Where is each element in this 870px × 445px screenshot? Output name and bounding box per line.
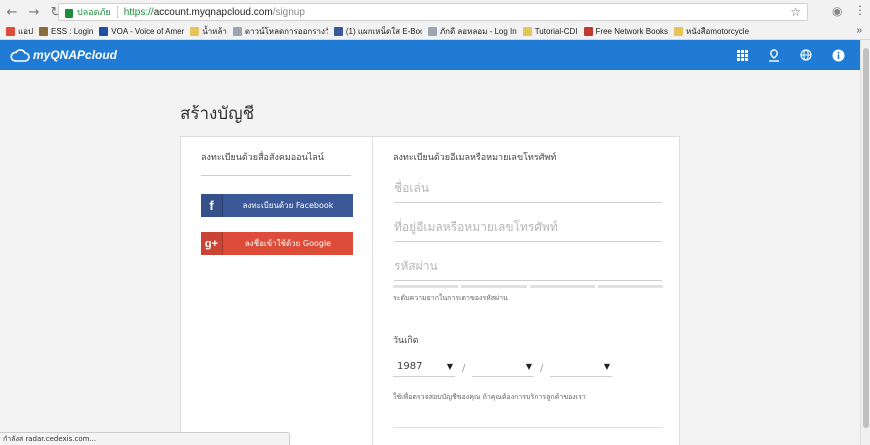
bookmark-item[interactable]: VOA - Voice of Amer — [99, 27, 184, 36]
bookmark-star-icon[interactable]: ☆ — [790, 5, 801, 19]
folder-icon — [190, 27, 200, 36]
social-divider — [201, 175, 351, 176]
url-divider — [116, 6, 118, 18]
bookmark-item[interactable]: ESS : Login — [39, 27, 93, 36]
password-input[interactable] — [394, 251, 662, 280]
location-pin-icon[interactable] — [758, 40, 790, 70]
strength-segment — [597, 285, 663, 288]
bookmark-item[interactable]: Free Network Books — [583, 27, 669, 36]
bookmarks-bar: แอป ESS : Login VOA - Voice of Amer น้ำห… — [0, 24, 870, 40]
strength-segment — [461, 285, 527, 288]
page-title: สร้างบัญชี — [180, 104, 255, 124]
google-signin-button[interactable]: g+ ลงชื่อเข้าใช้ด้วย Google — [201, 232, 353, 255]
bookmark-label: ESS : Login — [51, 27, 94, 36]
birth-year-select[interactable]: 1987 ▼ — [393, 357, 455, 377]
birth-day-select[interactable]: ▼ — [550, 357, 612, 377]
page-icon — [427, 27, 437, 36]
strength-segment — [393, 285, 459, 288]
url-scheme: https:// — [123, 6, 154, 18]
contact-field — [394, 212, 662, 242]
nickname-input[interactable] — [394, 173, 662, 202]
bookmark-label: น้ำหล้า — [202, 27, 227, 36]
lock-icon — [65, 8, 73, 18]
bookmark-label: ดาวน์โหลดการออกรางวัลสล — [244, 27, 328, 36]
bookmark-item[interactable]: Tutorial-CDI — [522, 27, 578, 36]
password-field — [394, 251, 662, 281]
bookmarks-overflow-icon[interactable]: » — [856, 25, 862, 36]
address-bar[interactable]: ปลอดภัย https:// account.myqnapcloud.com… — [58, 3, 808, 21]
extension-icon[interactable]: ◉ — [832, 4, 848, 20]
birthday-label: วันเกิด — [393, 336, 419, 346]
signup-card: ลงทะเบียนด้วยสื่อสังคมออนไลน์ f ลงทะเบีย… — [180, 136, 680, 445]
url-path: /signup — [272, 6, 305, 18]
bookmark-label: (1) แผกเหน็ดใส E-Book — [345, 27, 422, 36]
globe-glyph — [800, 49, 812, 61]
birthday-hint: ใช้เพื่อตรวจสอบบัญชีของคุณ ถ้าคุณต้องการ… — [393, 393, 586, 401]
email-heading: ลงทะเบียนด้วยอีเมลหรือหมายเลขโทรศัพท์ — [393, 153, 557, 163]
bookmark-label: Free Network Books — [595, 27, 669, 36]
scrollbar-thumb[interactable] — [863, 48, 869, 428]
page-scrollbar[interactable] — [860, 40, 870, 445]
status-bubble: กำลังส radar.cedexis.com... — [0, 432, 290, 445]
date-separator: / — [462, 363, 466, 374]
password-strength-meter — [393, 285, 663, 288]
folder-icon — [674, 27, 684, 36]
info-glyph — [832, 49, 844, 61]
birth-year-value: 1987 — [397, 361, 423, 372]
bookmark-item[interactable]: (1) แผกเหน็ดใส E-Book — [333, 25, 422, 38]
grid-glyph — [736, 49, 748, 61]
email-or-phone-input[interactable] — [394, 212, 662, 241]
bookmark-item[interactable]: ดาวน์โหลดการออกรางวัลสล — [232, 25, 328, 38]
apps-grid-icon — [6, 27, 15, 36]
url-host: account.myqnapcloud.com — [153, 6, 273, 18]
brand-name: myQNAPcloud — [33, 48, 118, 62]
forward-icon[interactable]: → — [24, 2, 44, 22]
bookmark-label: ภักดี ลอหลอม - Log In — [439, 27, 517, 36]
facebook-small-icon — [333, 27, 343, 36]
email-signup-column: ลงทะเบียนด้วยอีเมลหรือหมายเลขโทรศัพท์ ระ… — [374, 137, 679, 445]
facebook-signup-label: ลงทะเบียนด้วย Facebook — [242, 201, 334, 210]
bookmark-apps[interactable]: แอป — [6, 25, 33, 38]
date-separator: / — [540, 363, 544, 374]
password-strength-hint: ระดับความยากในการเดาของรหัสผ่าน — [393, 294, 508, 302]
strength-segment — [529, 285, 595, 288]
ess-icon — [39, 27, 49, 36]
header-icons — [726, 40, 854, 70]
google-signin-label: ลงชื่อเข้าใช้ด้วย Google — [244, 239, 332, 248]
app-header: myQNAPcloud — [0, 40, 860, 70]
back-icon[interactable]: ← — [2, 2, 22, 22]
bookmark-item[interactable]: น้ำหล้า — [190, 25, 227, 38]
bookmark-item[interactable]: หนังสือmotorcycle — [674, 25, 749, 38]
next-field-underline — [393, 427, 663, 428]
voa-icon — [99, 27, 109, 36]
bookmark-item[interactable]: ภักดี ลอหลอม - Log In — [427, 25, 517, 38]
social-signup-column: ลงทะเบียนด้วยสื่อสังคมออนไลน์ f ลงทะเบีย… — [181, 137, 373, 445]
page-icon — [232, 27, 242, 36]
bookmark-label: Tutorial-CDI — [534, 27, 578, 36]
grid-icon[interactable] — [726, 40, 758, 70]
pin-glyph — [769, 48, 779, 62]
nickname-field — [394, 173, 662, 203]
bookmark-label: VOA - Voice of Amer — [111, 27, 185, 36]
chevron-down-icon: ▼ — [525, 362, 532, 371]
brand-logo[interactable]: myQNAPcloud — [10, 48, 117, 62]
info-icon[interactable] — [822, 40, 854, 70]
google-plus-icon: g+ — [201, 232, 223, 255]
chevron-down-icon: ▼ — [603, 362, 610, 371]
birth-month-select[interactable]: ▼ — [472, 357, 534, 377]
chevron-down-icon: ▼ — [446, 362, 453, 371]
browser-menu-icon[interactable]: ⋮ — [854, 3, 866, 17]
bookmark-label: หนังสือmotorcycle — [686, 27, 750, 36]
folder-icon — [522, 27, 532, 36]
facebook-icon: f — [201, 194, 223, 217]
facebook-signup-button[interactable]: f ลงทะเบียนด้วย Facebook — [201, 194, 353, 217]
cloud-logo-icon — [10, 48, 30, 62]
secure-label: ปลอดภัย — [77, 8, 111, 18]
social-heading: ลงทะเบียนด้วยสื่อสังคมออนไลน์ — [201, 153, 324, 163]
globe-icon[interactable] — [790, 40, 822, 70]
pdf-icon — [583, 27, 593, 36]
bookmark-label: แอป — [18, 27, 34, 36]
